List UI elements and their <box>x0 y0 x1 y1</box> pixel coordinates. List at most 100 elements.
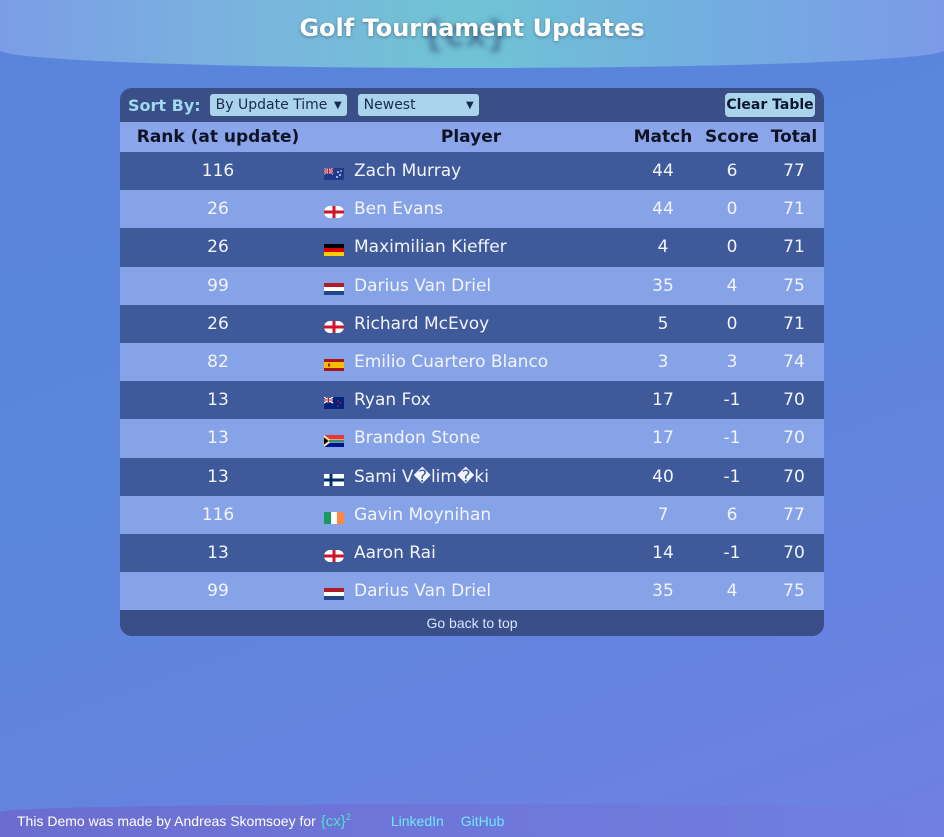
rank-cell: 99 <box>207 275 229 296</box>
england-flag-icon <box>324 203 344 219</box>
player-cell: Gavin Moynihan <box>316 496 626 534</box>
updates-panel: Sort By: By Update Time ▼ Newest ▼ Clear… <box>120 88 824 636</box>
england-flag-icon <box>324 318 344 333</box>
player-cell: Ryan Fox <box>316 381 626 419</box>
column-header-player[interactable]: Player <box>316 122 626 152</box>
updates-table: Rank (at update) Player Match Score Tota… <box>120 122 824 611</box>
table-row: 26 Maximilian Kieffer 4 0 71 <box>120 228 824 267</box>
match-cell: 44 <box>652 199 674 220</box>
chevron-down-icon: ▼ <box>465 99 474 111</box>
rank-cell: 13 <box>207 390 229 411</box>
player-name: Gavin Moynihan <box>354 504 492 525</box>
github-link[interactable]: GitHub <box>461 813 505 829</box>
score-cell: 6 <box>726 161 738 182</box>
linkedin-link[interactable]: LinkedIn <box>391 813 444 829</box>
south-africa-flag-icon <box>324 432 344 448</box>
player-name: Richard McEvoy <box>354 313 490 334</box>
total-cell: 70 <box>783 466 805 487</box>
clear-table-button[interactable]: Clear Table <box>724 92 816 118</box>
rank-cell: 13 <box>207 428 229 449</box>
table-row: 82 Emilio Cuartero Blanco 3 3 74 <box>120 342 824 382</box>
go-back-to-top-link[interactable]: Go back to top <box>120 610 824 636</box>
column-header-rank[interactable]: Rank (at update) <box>120 122 316 152</box>
player-name: Sami V�lim�ki <box>354 466 489 487</box>
germany-flag-icon <box>324 241 344 257</box>
cx-logo-text: {cx} <box>320 812 346 830</box>
score-cell: 0 <box>726 313 738 334</box>
score-cell: 6 <box>726 504 738 525</box>
netherlands-flag-icon <box>324 585 344 601</box>
table-row: 99 Darius Van Driel 35 4 75 <box>120 266 824 305</box>
chevron-down-icon: ▼ <box>333 99 342 111</box>
column-header-score[interactable]: Score <box>700 122 764 152</box>
page-footer: This Demo was made by Andreas Skomsoey f… <box>0 804 944 837</box>
table-row: 26 Ben Evans 44 0 71 <box>120 190 824 229</box>
england-flag-icon <box>324 547 344 562</box>
rank-cell: 26 <box>207 237 229 258</box>
score-cell: -1 <box>723 428 741 449</box>
match-cell: 44 <box>652 161 674 182</box>
match-cell: 4 <box>657 237 669 258</box>
total-cell: 74 <box>783 352 805 373</box>
spain-flag-icon <box>324 356 344 372</box>
player-name: Aaron Rai <box>354 542 436 563</box>
match-cell: 3 <box>657 352 669 373</box>
rank-cell: 13 <box>207 542 229 563</box>
player-name: Zach Murray <box>354 161 462 182</box>
table-row: 99 Darius Van Driel 35 4 75 <box>120 572 824 611</box>
score-cell: 4 <box>726 581 738 602</box>
sort-field-value: By Update Time <box>215 97 328 113</box>
column-header-match[interactable]: Match <box>626 122 700 152</box>
score-cell: 4 <box>726 275 738 296</box>
player-cell: Darius Van Driel <box>316 572 626 610</box>
page-header: {cx} Golf Tournament Updates <box>0 0 944 68</box>
cx-logo[interactable]: {cx}2 <box>321 812 351 830</box>
player-name: Darius Van Driel <box>354 581 492 602</box>
table-row: 13 Sami V�lim�ki 40 -1 70 <box>120 457 824 496</box>
table-row: 13 Brandon Stone 17 -1 70 <box>120 419 824 458</box>
rank-cell: 116 <box>201 161 235 182</box>
match-cell: 35 <box>652 581 674 602</box>
table-row: 13 Aaron Rai 14 -1 70 <box>120 533 824 573</box>
player-cell: Brandon Stone <box>316 419 626 457</box>
sort-field-select[interactable]: By Update Time ▼ <box>208 93 348 117</box>
australia-flag-icon <box>323 165 344 181</box>
match-cell: 14 <box>652 542 674 563</box>
match-cell: 7 <box>657 504 669 525</box>
total-cell: 71 <box>783 313 805 334</box>
rank-cell: 13 <box>207 466 229 487</box>
player-name: Darius Van Driel <box>354 275 492 296</box>
player-name: Brandon Stone <box>354 428 481 449</box>
total-cell: 75 <box>783 581 805 602</box>
match-cell: 17 <box>652 390 674 411</box>
total-cell: 75 <box>783 275 805 296</box>
score-cell: 0 <box>726 199 738 220</box>
total-cell: 71 <box>783 237 805 258</box>
new-zealand-flag-icon <box>323 394 344 410</box>
rank-cell: 82 <box>207 352 229 373</box>
table-row: 116 Zach Murray 44 6 77 <box>120 152 824 191</box>
player-name: Ben Evans <box>354 199 444 220</box>
rank-cell: 99 <box>207 581 229 602</box>
rank-cell: 26 <box>207 199 229 220</box>
table-controls: Sort By: By Update Time ▼ Newest ▼ Clear… <box>120 88 824 122</box>
table-row: 116 Gavin Moynihan 7 6 77 <box>120 495 824 534</box>
total-cell: 70 <box>783 390 805 411</box>
match-cell: 40 <box>652 466 674 487</box>
player-name: Ryan Fox <box>354 390 431 411</box>
column-header-total[interactable]: Total <box>764 122 824 152</box>
sort-order-value: Newest <box>363 97 416 113</box>
page-title: Golf Tournament Updates <box>299 14 645 42</box>
sort-order-select[interactable]: Newest ▼ <box>356 93 480 117</box>
score-cell: 0 <box>726 237 738 258</box>
player-name: Maximilian Kieffer <box>354 237 507 258</box>
match-cell: 17 <box>652 428 674 449</box>
sort-label: Sort By: <box>128 95 201 115</box>
score-cell: 3 <box>726 352 738 373</box>
table-header-row: Rank (at update) Player Match Score Tota… <box>120 122 824 152</box>
netherlands-flag-icon <box>324 280 344 295</box>
score-cell: -1 <box>723 466 741 487</box>
player-cell: Ben Evans <box>316 190 626 228</box>
player-cell: Sami V�lim�ki <box>316 458 626 496</box>
rank-cell: 26 <box>207 313 229 334</box>
